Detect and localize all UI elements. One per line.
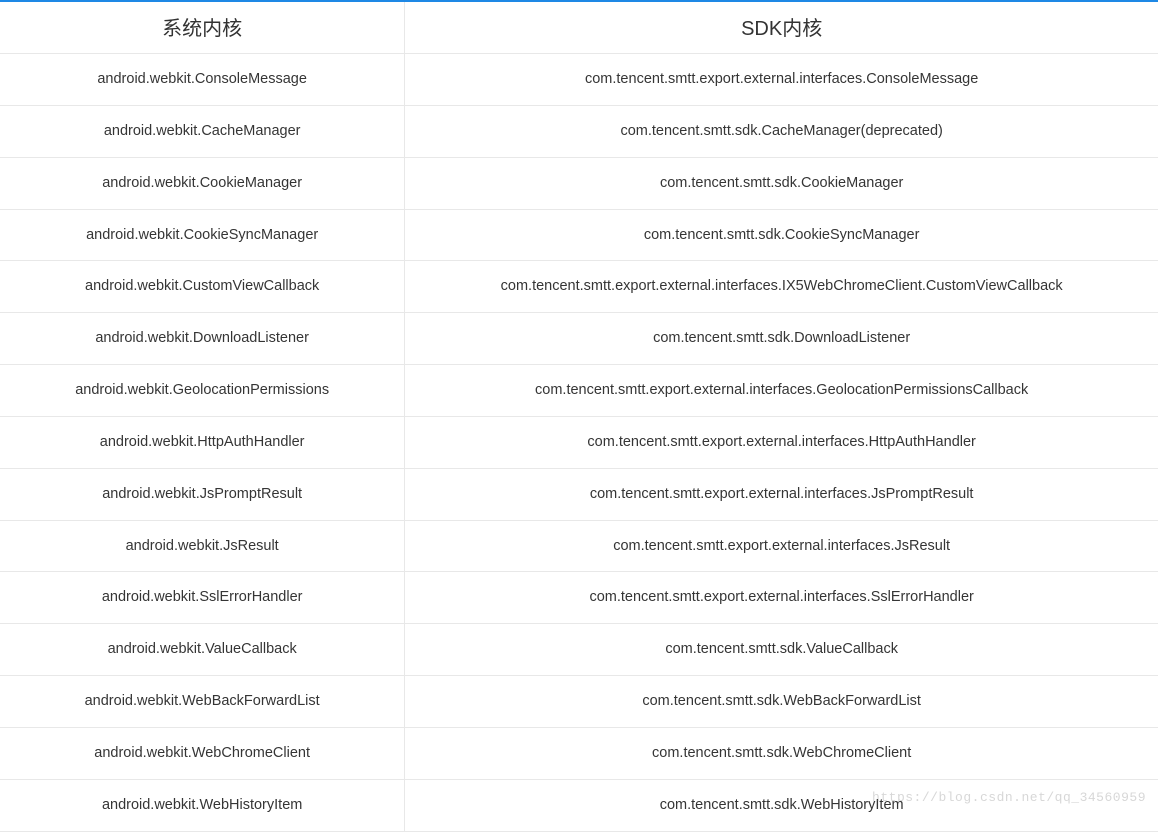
- table-row: android.webkit.WebBackForwardList com.te…: [0, 676, 1158, 728]
- cell-system: android.webkit.ConsoleMessage: [0, 54, 405, 106]
- cell-system: android.webkit.JsResult: [0, 521, 405, 573]
- cell-system: android.webkit.ValueCallback: [0, 624, 405, 676]
- cell-sdk: com.tencent.smtt.export.external.interfa…: [405, 469, 1158, 521]
- table-row: android.webkit.WebChromeClient com.tence…: [0, 728, 1158, 780]
- cell-system: android.webkit.WebHistoryItem: [0, 780, 405, 832]
- cell-sdk: com.tencent.smtt.export.external.interfa…: [405, 417, 1158, 469]
- table-row: android.webkit.GeolocationPermissions co…: [0, 365, 1158, 417]
- table-row: android.webkit.SslErrorHandler com.tence…: [0, 572, 1158, 624]
- table-row: android.webkit.CustomViewCallback com.te…: [0, 261, 1158, 313]
- cell-sdk: com.tencent.smtt.sdk.DownloadListener: [405, 313, 1158, 365]
- cell-sdk: com.tencent.smtt.sdk.CacheManager(deprec…: [405, 106, 1158, 158]
- table-row: android.webkit.JsResult com.tencent.smtt…: [0, 521, 1158, 573]
- cell-sdk: com.tencent.smtt.sdk.CookieManager: [405, 158, 1158, 210]
- table-row: android.webkit.CookieManager com.tencent…: [0, 158, 1158, 210]
- cell-sdk: com.tencent.smtt.sdk.CookieSyncManager: [405, 210, 1158, 262]
- cell-sdk: com.tencent.smtt.export.external.interfa…: [405, 54, 1158, 106]
- table-row: android.webkit.CookieSyncManager com.ten…: [0, 210, 1158, 262]
- cell-system: android.webkit.JsPromptResult: [0, 469, 405, 521]
- cell-system: android.webkit.CustomViewCallback: [0, 261, 405, 313]
- cell-system: android.webkit.CacheManager: [0, 106, 405, 158]
- cell-sdk: com.tencent.smtt.export.external.interfa…: [405, 261, 1158, 313]
- table-row: android.webkit.ValueCallback com.tencent…: [0, 624, 1158, 676]
- table-body: android.webkit.ConsoleMessage com.tencen…: [0, 54, 1158, 832]
- table-row: android.webkit.WebHistoryItem com.tencen…: [0, 780, 1158, 832]
- cell-system: android.webkit.DownloadListener: [0, 313, 405, 365]
- cell-sdk: com.tencent.smtt.sdk.WebHistoryItem: [405, 780, 1158, 832]
- cell-sdk: com.tencent.smtt.export.external.interfa…: [405, 572, 1158, 624]
- cell-system: android.webkit.WebChromeClient: [0, 728, 405, 780]
- kernel-mapping-table: 系统内核 SDK内核 android.webkit.ConsoleMessage…: [0, 2, 1158, 832]
- cell-system: android.webkit.GeolocationPermissions: [0, 365, 405, 417]
- header-system-kernel: 系统内核: [0, 2, 405, 54]
- cell-sdk: com.tencent.smtt.sdk.WebChromeClient: [405, 728, 1158, 780]
- cell-system: android.webkit.HttpAuthHandler: [0, 417, 405, 469]
- table-row: android.webkit.ConsoleMessage com.tencen…: [0, 54, 1158, 106]
- cell-sdk: com.tencent.smtt.sdk.WebBackForwardList: [405, 676, 1158, 728]
- cell-system: android.webkit.CookieManager: [0, 158, 405, 210]
- table-row: android.webkit.JsPromptResult com.tencen…: [0, 469, 1158, 521]
- cell-sdk: com.tencent.smtt.sdk.ValueCallback: [405, 624, 1158, 676]
- table-row: android.webkit.HttpAuthHandler com.tence…: [0, 417, 1158, 469]
- cell-system: android.webkit.WebBackForwardList: [0, 676, 405, 728]
- table-row: android.webkit.CacheManager com.tencent.…: [0, 106, 1158, 158]
- cell-sdk: com.tencent.smtt.export.external.interfa…: [405, 365, 1158, 417]
- table-row: android.webkit.DownloadListener com.tenc…: [0, 313, 1158, 365]
- header-sdk-kernel: SDK内核: [405, 2, 1158, 54]
- cell-system: android.webkit.SslErrorHandler: [0, 572, 405, 624]
- table-header-row: 系统内核 SDK内核: [0, 2, 1158, 54]
- cell-system: android.webkit.CookieSyncManager: [0, 210, 405, 262]
- cell-sdk: com.tencent.smtt.export.external.interfa…: [405, 521, 1158, 573]
